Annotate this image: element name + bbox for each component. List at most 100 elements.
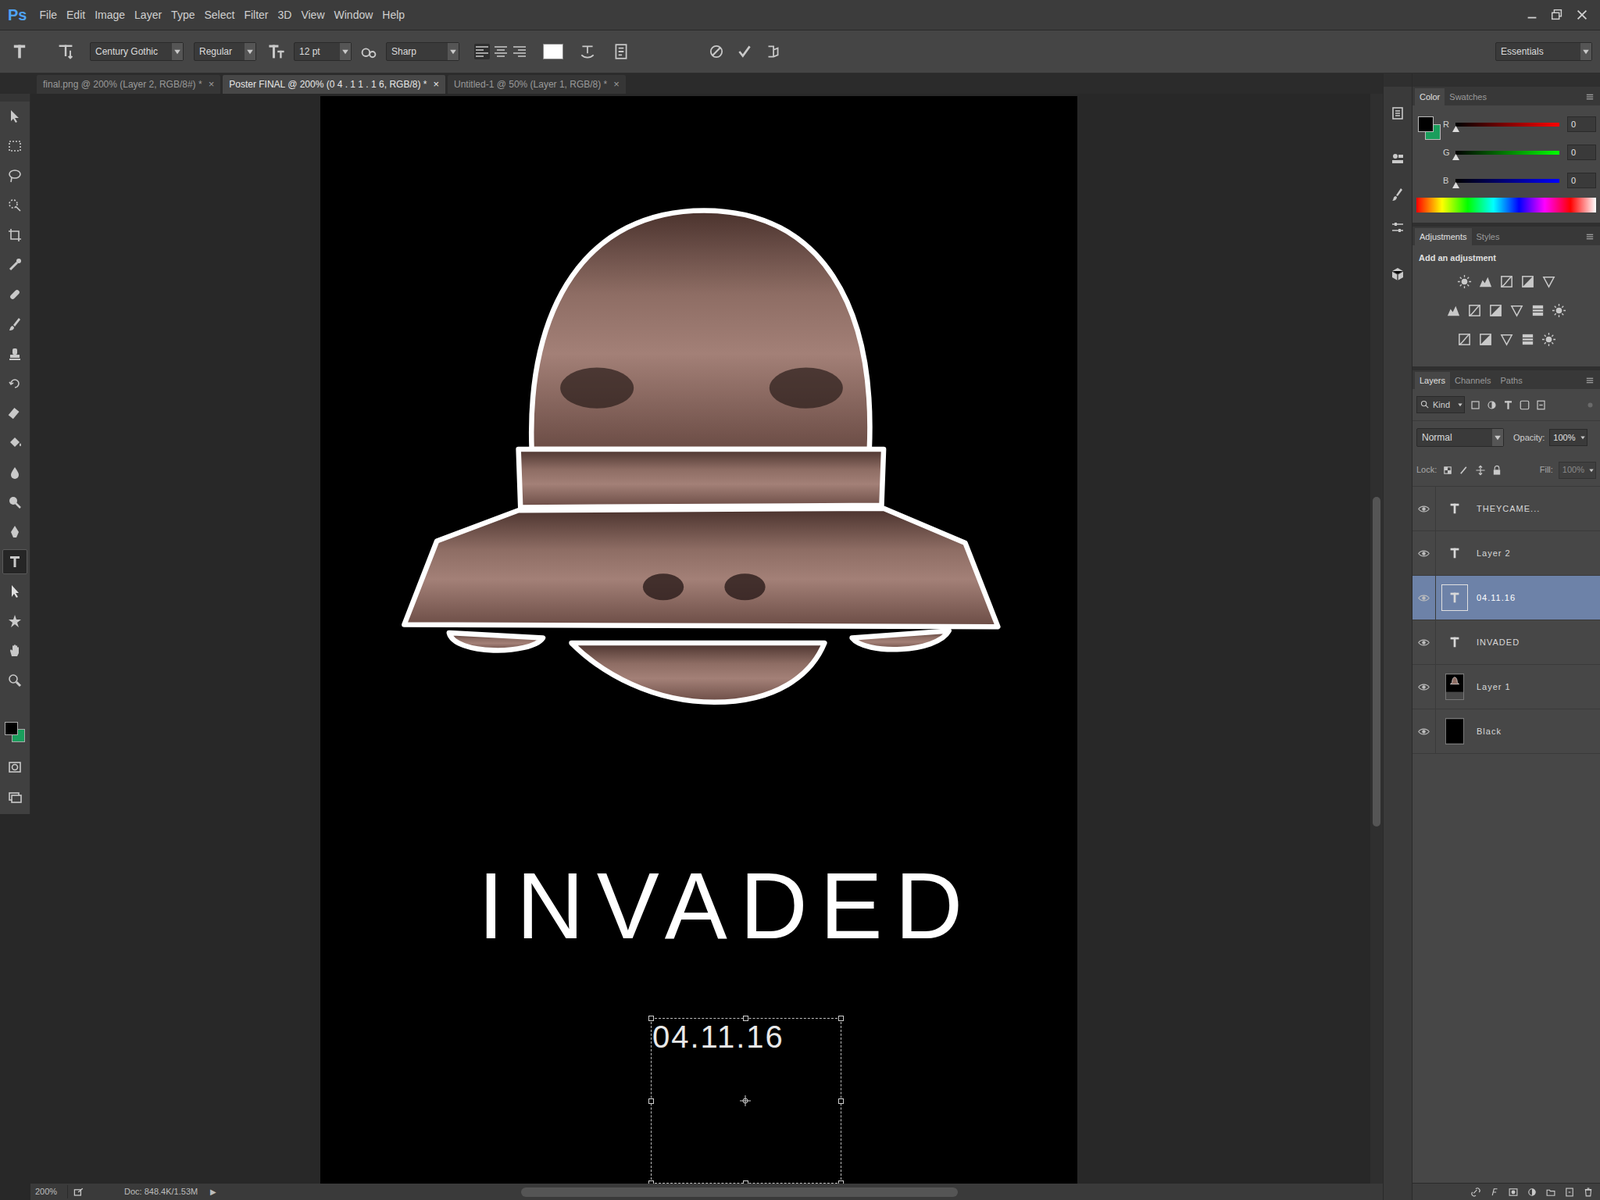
pixel-filter-icon[interactable] (1469, 399, 1482, 411)
panel-tab[interactable]: Paths (1496, 371, 1528, 390)
resize-handle[interactable] (838, 1015, 844, 1022)
lock-position-icon[interactable] (1475, 464, 1486, 476)
slider-thumb[interactable] (1452, 153, 1460, 161)
align-center-icon[interactable] (492, 43, 509, 60)
opacity-field[interactable]: 100% (1549, 428, 1587, 447)
status-export-icon[interactable] (72, 1185, 86, 1199)
visibility-cell[interactable] (1412, 664, 1436, 709)
tab-close-button[interactable]: × (208, 76, 215, 93)
channel-value-field[interactable]: 0 (1567, 172, 1597, 189)
type-filter-icon[interactable] (1502, 399, 1515, 411)
menu-item[interactable]: File (34, 7, 62, 24)
crop-tool-icon[interactable] (7, 227, 23, 243)
panel-menu-icon[interactable] (1584, 231, 1596, 243)
menu-item[interactable]: Layer (129, 7, 167, 24)
slider-thumb[interactable] (1452, 182, 1460, 189)
layer-name[interactable]: INVADED (1476, 635, 1520, 650)
screen-mode-icon[interactable] (7, 789, 23, 805)
tool-button[interactable] (2, 133, 28, 159)
move-tool-icon[interactable] (7, 108, 23, 125)
resize-handle[interactable] (648, 1015, 654, 1022)
properties-panel-icon[interactable] (1389, 150, 1406, 167)
history-brush-tool-icon[interactable] (7, 375, 23, 392)
type-tool-icon[interactable] (7, 553, 23, 570)
workspace-dropdown[interactable]: Essentials (1495, 42, 1593, 61)
tool-button[interactable] (2, 667, 28, 693)
layer-filter-dropdown[interactable]: Kind (1416, 396, 1465, 414)
dropdown-arrow-icon[interactable] (171, 42, 183, 61)
tool-button[interactable] (2, 608, 28, 634)
text-orientation-icon[interactable] (56, 42, 75, 61)
clone-stamp-tool-icon[interactable] (7, 346, 23, 362)
healing-brush-tool-icon[interactable] (7, 286, 23, 303)
tool-button[interactable] (2, 341, 28, 367)
adjustment-preset-icon[interactable] (1530, 303, 1546, 318)
tool-button[interactable] (2, 638, 28, 664)
minimize-icon[interactable] (1525, 7, 1540, 22)
cancel-icon[interactable] (707, 42, 725, 61)
tab-close-button[interactable]: × (613, 76, 620, 93)
link-layers-icon[interactable] (1470, 1186, 1482, 1198)
dropdown-arrow-icon[interactable] (1587, 464, 1596, 477)
group-icon[interactable] (1545, 1186, 1557, 1198)
panel-tab[interactable]: Layers (1414, 371, 1450, 390)
adjustment-preset-icon[interactable] (1478, 274, 1493, 290)
panel-foreground-color[interactable] (1417, 116, 1434, 133)
layer-name[interactable]: 04.11.16 (1476, 591, 1516, 605)
color-swatches[interactable] (3, 718, 27, 746)
marquee-tool-icon[interactable] (7, 138, 23, 154)
layer-row[interactable]: THEYCAME... (1412, 486, 1600, 532)
tab-label[interactable]: Untitled-1 @ 50% (Layer 1, RGB/8) * (453, 77, 608, 92)
font-size-dropdown[interactable]: 12 pt (293, 42, 352, 61)
color-slider-track[interactable] (1455, 122, 1560, 127)
layer-row[interactable]: Black (1412, 709, 1600, 754)
dropdown-arrow-icon[interactable] (1456, 398, 1465, 411)
menu-item[interactable]: Image (89, 7, 130, 24)
tool-button[interactable] (2, 371, 28, 397)
visibility-cell[interactable] (1412, 531, 1436, 575)
3d-panel-icon[interactable] (1389, 266, 1406, 283)
panel-tab[interactable]: Swatches (1444, 88, 1492, 106)
delete-layer-icon[interactable] (1582, 1186, 1594, 1198)
adjustment-preset-icon[interactable] (1520, 332, 1536, 347)
eraser-tool-icon[interactable] (7, 405, 23, 422)
zoom-level[interactable]: 200% (30, 1185, 68, 1199)
layer-filter-value[interactable]: Kind (1430, 398, 1453, 412)
dropdown-arrow-icon[interactable] (1492, 428, 1504, 447)
tool-button[interactable] (2, 519, 28, 545)
menu-item[interactable]: Type (166, 7, 200, 24)
filter-toggle-icon[interactable] (1584, 399, 1597, 411)
slider-thumb[interactable] (1452, 125, 1460, 133)
layer-style-icon[interactable] (1489, 1186, 1500, 1198)
new-layer-icon[interactable] (1564, 1186, 1575, 1198)
adjustment-preset-icon[interactable] (1457, 274, 1472, 290)
dodge-tool-icon[interactable] (7, 494, 23, 511)
visibility-eye-icon[interactable] (1417, 636, 1430, 649)
tool-button[interactable] (2, 549, 28, 575)
dropdown-arrow-icon[interactable] (447, 42, 459, 61)
menu-item[interactable]: 3D (273, 7, 297, 24)
adjustment-preset-icon[interactable] (1509, 303, 1525, 318)
horizontal-scroll-thumb[interactable] (521, 1187, 958, 1197)
visibility-eye-icon[interactable] (1417, 547, 1430, 560)
menu-item[interactable]: Help (377, 7, 410, 24)
channel-value-field[interactable]: 0 (1567, 144, 1597, 161)
adjustment-preset-icon[interactable] (1467, 303, 1483, 318)
tool-button[interactable] (2, 252, 28, 278)
smart-object-filter-icon[interactable] (1535, 399, 1547, 411)
adjustment-preset-icon[interactable] (1446, 303, 1461, 318)
warp-text-icon[interactable] (578, 42, 597, 61)
close-icon[interactable] (1575, 7, 1590, 22)
tool-button[interactable] (2, 163, 28, 189)
foreground-color[interactable] (4, 721, 18, 736)
adjustment-preset-icon[interactable] (1541, 274, 1557, 290)
document-tab[interactable]: final.png @ 200% (Layer 2, RGB/8#) *× (36, 75, 221, 94)
align-left-icon[interactable] (474, 43, 490, 60)
lock-transparency-icon[interactable] (1442, 464, 1454, 476)
dropdown-arrow-icon[interactable] (1578, 431, 1587, 444)
paint-bucket-tool-icon[interactable] (7, 435, 23, 451)
layer-row[interactable]: 04.11.16 (1412, 575, 1600, 621)
layer-row[interactable]: Layer 1 (1412, 664, 1600, 710)
layer-name[interactable]: THEYCAME... (1476, 502, 1540, 516)
resize-handle[interactable] (838, 1098, 844, 1104)
